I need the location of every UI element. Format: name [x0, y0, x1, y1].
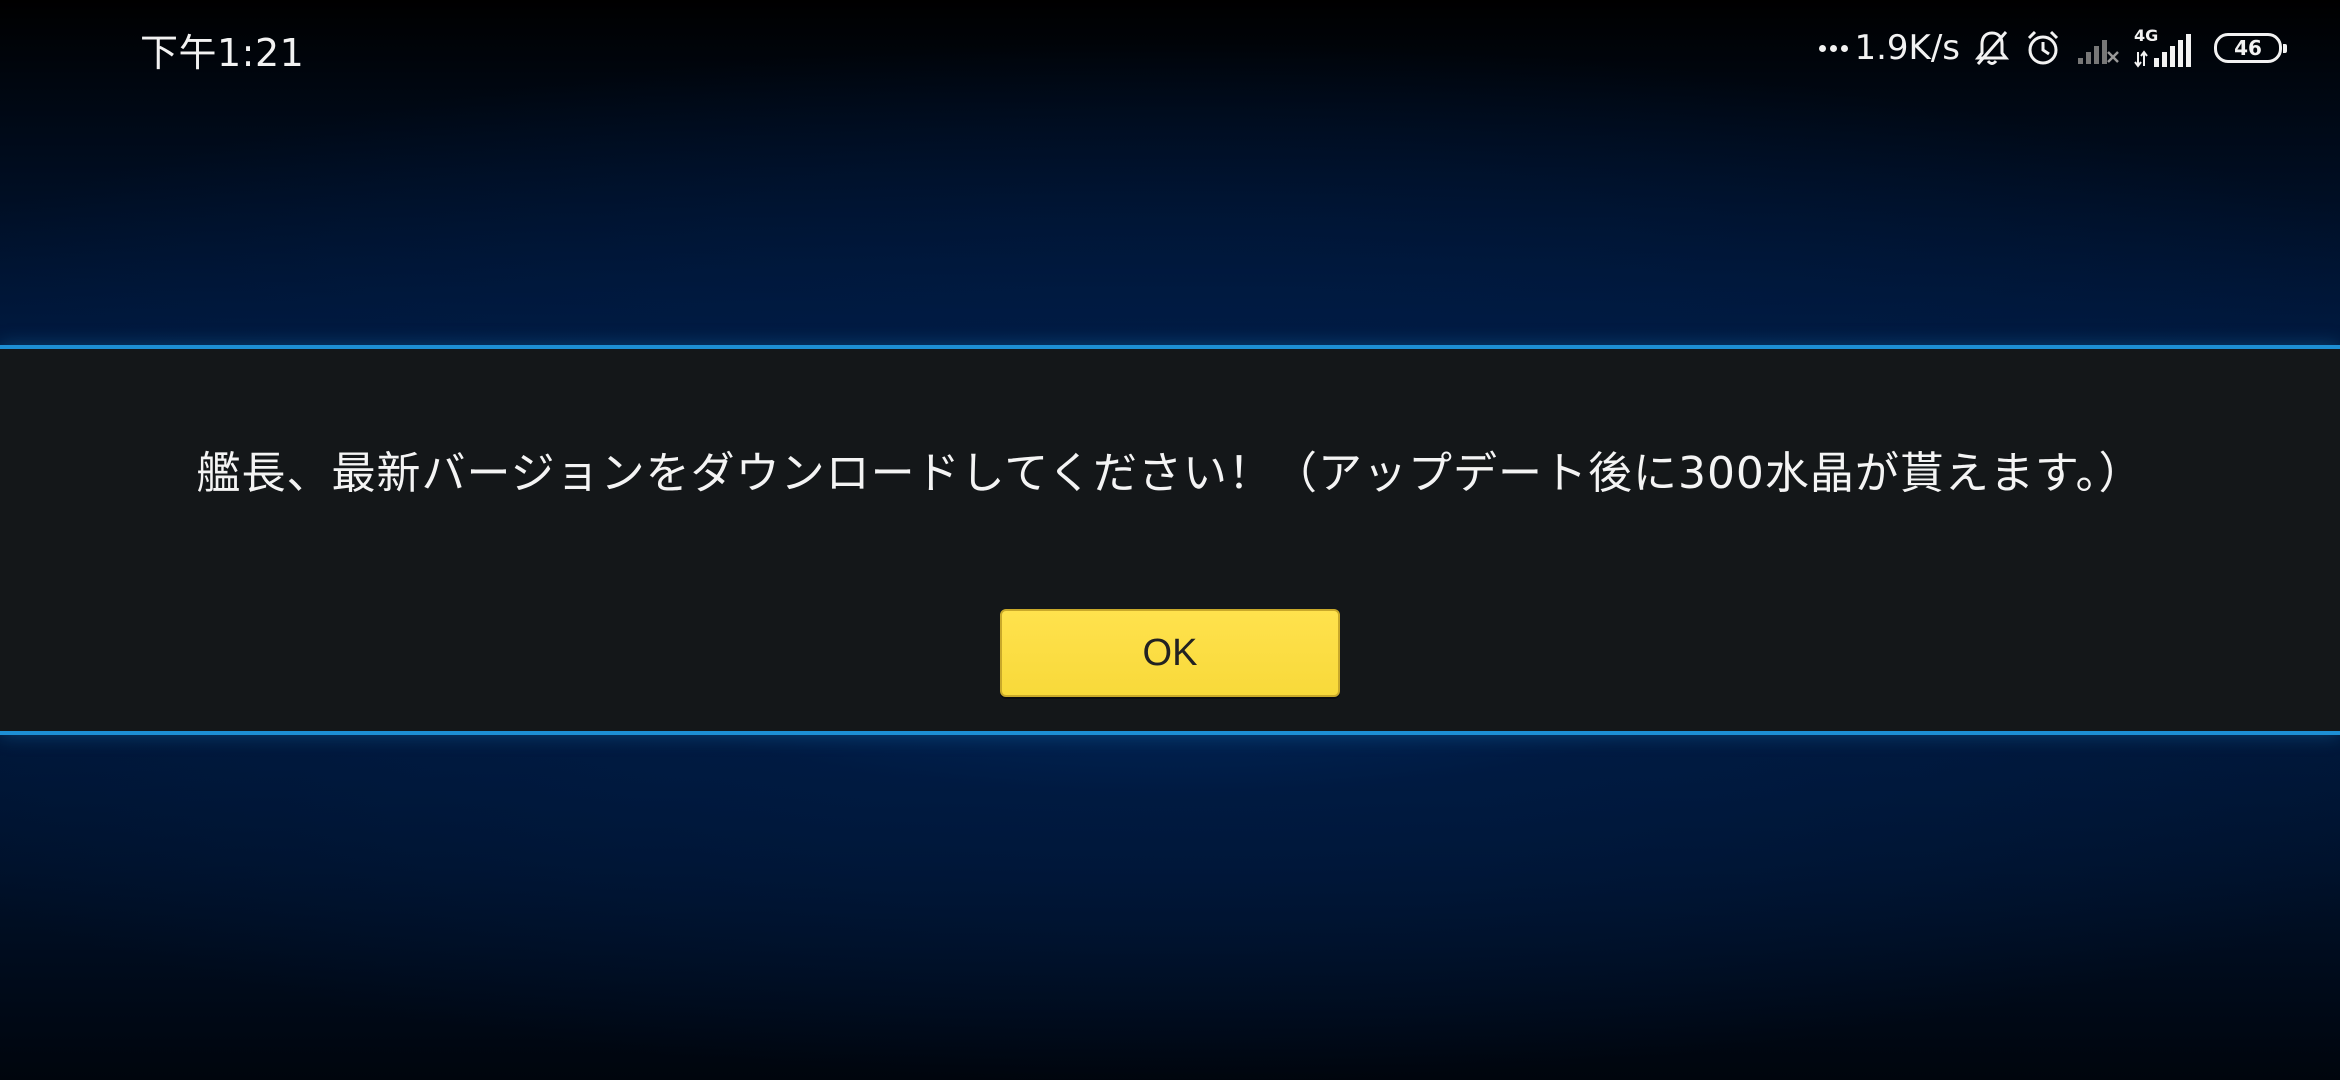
network-speed: 1.9K/s	[1819, 28, 1960, 68]
signal-weak-icon	[2076, 30, 2120, 66]
ok-button[interactable]: OK	[1000, 609, 1340, 697]
status-icons: 1.9K/s 4G 46	[1819, 22, 2287, 74]
update-dialog: 艦長、最新バージョンをダウンロードしてください！（アップデート後に300水晶が貰…	[0, 345, 2340, 735]
signal-4g-icon: 4G	[2134, 26, 2194, 70]
mute-bell-icon	[1974, 28, 2010, 68]
battery-level: 46	[2234, 36, 2262, 60]
network-speed-value: 1.9K/s	[1854, 28, 1960, 68]
status-bar: 下午1:21 1.9K/s 4G 46	[0, 0, 2340, 96]
status-time: 下午1:21	[140, 31, 305, 75]
alarm-icon	[2024, 28, 2062, 68]
battery-icon: 46	[2214, 33, 2287, 63]
dialog-message: 艦長、最新バージョンをダウンロードしてください！（アップデート後に300水晶が貰…	[196, 448, 2144, 499]
game-background: 下午1:21 1.9K/s 4G 46 艦長、最新バージョンをダウンロードしてく…	[0, 0, 2340, 1080]
more-dots-icon	[1819, 44, 1849, 52]
